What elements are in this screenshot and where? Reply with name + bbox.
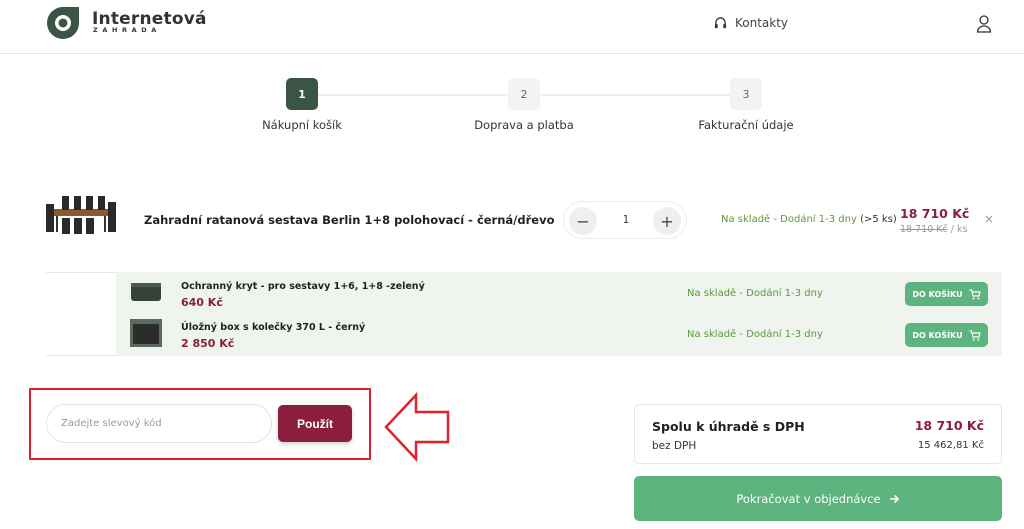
accessory-price: 640 Kč [181, 296, 223, 309]
accessory-price: 2 850 Kč [181, 337, 235, 350]
accessory-stock: Na skladě - Dodání 1-3 dny [687, 329, 823, 340]
quantity-stepper: − 1 + [563, 201, 687, 239]
total-without-vat-label: bez DPH [652, 440, 697, 452]
total-without-vat-value: 15 462,81 Kč [917, 440, 984, 451]
total-value: 18 710 Kč [914, 418, 984, 433]
step-1-indicator[interactable]: 1 [286, 78, 318, 110]
cart-icon [969, 288, 981, 299]
step-2-label: Doprava a platba [474, 118, 574, 132]
divider [46, 272, 116, 273]
left-arrow-annotation-icon [384, 392, 450, 462]
increase-quantity-button[interactable]: + [653, 207, 681, 235]
continue-order-button[interactable]: Pokračovat v objednávce [634, 476, 1002, 521]
accessory-name[interactable]: Úložný box s kolečky 370 L - černý [181, 322, 365, 333]
unit-label: / ks [947, 224, 968, 235]
product-image[interactable] [44, 192, 118, 238]
step-3-label: Fakturační údaje [698, 118, 794, 132]
total-label: Spolu k úhradě s DPH [652, 419, 805, 434]
old-price: 18 710 Kč [900, 224, 948, 235]
continue-label: Pokračovat v objednávce [736, 491, 881, 506]
brand-subtitle: ZAHRADA [93, 26, 161, 34]
step-connector [540, 94, 730, 96]
cart-icon [969, 329, 981, 340]
user-icon[interactable] [976, 15, 992, 33]
add-to-cart-button[interactable]: DO KOŠÍKU [905, 323, 988, 347]
logo-icon[interactable] [46, 5, 80, 41]
accessory-image[interactable] [129, 318, 163, 348]
add-to-cart-label: DO KOŠÍKU [912, 289, 963, 299]
add-to-cart-label: DO KOŠÍKU [912, 330, 963, 340]
remove-item-button[interactable]: × [984, 212, 994, 226]
apply-coupon-button[interactable]: Použít [278, 405, 352, 442]
order-totals: Spolu k úhradě s DPH 18 710 Kč bez DPH 1… [634, 404, 1002, 464]
step-connector [318, 94, 508, 96]
unit-price: 18 710 Kč / ks [900, 224, 967, 235]
headset-icon [714, 16, 727, 28]
contacts-label: Kontakty [735, 16, 789, 30]
arrow-right-icon [889, 494, 899, 503]
accessory-image[interactable] [129, 277, 163, 307]
stock-text: Na skladě - Dodání 1-3 dny [721, 214, 857, 225]
accessory-name[interactable]: Ochranný kryt - pro sestavy 1+6, 1+8 -ze… [181, 281, 425, 292]
header: Internetová ZAHRADA Kontakty [0, 0, 1024, 54]
contacts-link[interactable]: Kontakty [714, 16, 788, 30]
coupon-input[interactable] [46, 404, 272, 443]
add-to-cart-button[interactable]: DO KOŠÍKU [905, 282, 988, 306]
divider [46, 355, 116, 356]
item-price: 18 710 Kč [900, 206, 970, 221]
product-name[interactable]: Zahradní ratanová sestava Berlin 1+8 pol… [144, 213, 554, 227]
stock-status: Na skladě - Dodání 1-3 dny (>5 ks) [721, 214, 897, 225]
stock-extra: (>5 ks) [860, 214, 897, 225]
accessory-stock: Na skladě - Dodání 1-3 dny [687, 288, 823, 299]
step-2-indicator[interactable]: 2 [508, 78, 540, 110]
step-1-label: Nákupní košík [262, 118, 342, 132]
step-3-indicator[interactable]: 3 [730, 78, 762, 110]
